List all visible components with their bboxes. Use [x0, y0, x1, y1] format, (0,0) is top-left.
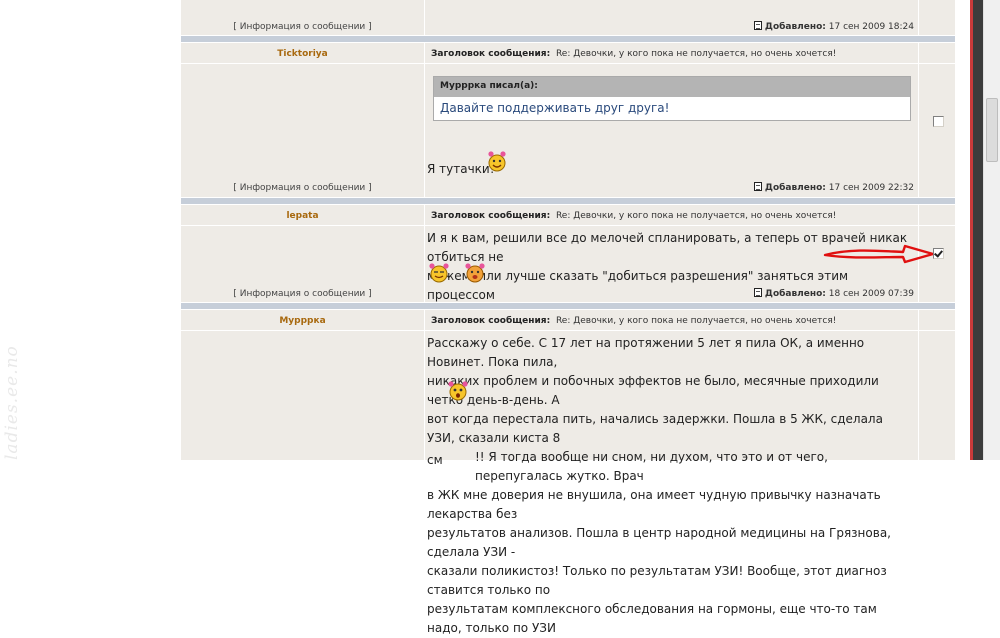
post-document-icon [753, 182, 762, 191]
column-divider [424, 0, 425, 460]
forum-topic-table: [ Информация о сообщении ] Добавлено: 17… [181, 0, 955, 635]
watermark: ladies.ee.no [2, 345, 22, 460]
post-subject: Заголовок сообщения: Re: Девочки, у кого… [431, 316, 837, 326]
select-post-checkbox[interactable] [933, 248, 944, 259]
post-separator [181, 35, 955, 43]
post-separator [181, 197, 955, 205]
quote-header: Мурррка писал(а): [434, 77, 910, 97]
girl-smiley-icon [465, 263, 485, 283]
vertical-scrollbar[interactable] [983, 0, 1000, 460]
select-post-checkbox[interactable] [933, 116, 944, 127]
page-border-dark [973, 0, 983, 460]
column-divider [918, 0, 919, 460]
girl-smiley-icon [488, 151, 506, 172]
post-author[interactable]: Мурррка [181, 316, 424, 326]
scrollbar-thumb[interactable] [986, 98, 998, 162]
post-body: Расскажу о себе. С 17 лет на протяжении … [427, 336, 891, 635]
quote-block: Мурррка писал(а): Давайте поддерживать д… [433, 76, 911, 121]
page-margin [955, 0, 970, 460]
post-author[interactable]: lepata [181, 211, 424, 221]
post-info-link[interactable]: [ Информация о сообщении ] [181, 183, 424, 193]
post-document-icon [753, 21, 762, 30]
post-subject: Заголовок сообщения: Re: Девочки, у кого… [431, 211, 837, 221]
post-author[interactable]: Ticktoriya [181, 49, 424, 59]
girl-smiley-icon [448, 381, 468, 401]
post-document-icon [753, 288, 762, 297]
post-date: Добавлено: 18 сен 2009 07:39 [753, 288, 914, 299]
quote-text: Давайте поддерживать друг друга! [440, 101, 670, 115]
post-header-divider [181, 225, 955, 226]
girl-smiley-icon [429, 263, 449, 283]
post-header-divider [181, 63, 955, 64]
post-separator [181, 302, 955, 310]
post-info-link[interactable]: [ Информация о сообщении ] [181, 289, 424, 299]
post-info-link[interactable]: [ Информация о сообщении ] [181, 22, 424, 32]
red-arrow-annotation [823, 244, 935, 264]
post-date: Добавлено: 17 сен 2009 22:32 [753, 182, 914, 193]
post-header-divider [181, 330, 955, 331]
post-subject: Заголовок сообщения: Re: Девочки, у кого… [431, 49, 837, 59]
post-date: Добавлено: 17 сен 2009 18:24 [753, 21, 914, 32]
